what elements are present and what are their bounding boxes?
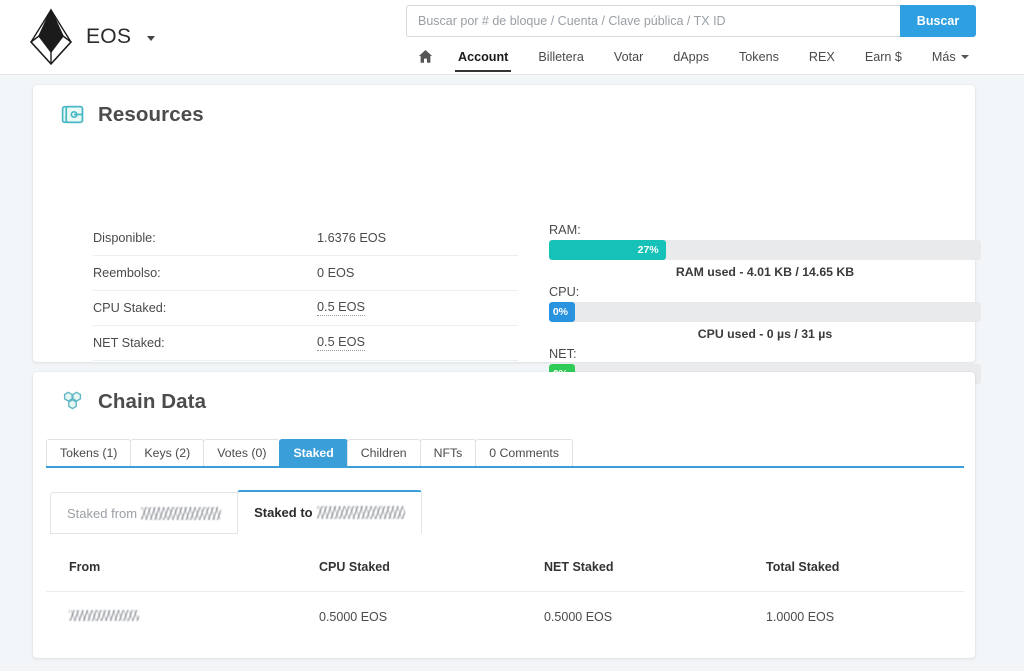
resources-title: Resources xyxy=(98,103,204,127)
nav-item-mas[interactable]: Más xyxy=(917,45,984,72)
resource-value: 1.6376 EOS xyxy=(317,231,386,245)
column-header-from: From xyxy=(46,560,296,592)
nav-item-votar[interactable]: Votar xyxy=(599,45,658,72)
tab-staked[interactable]: Staked xyxy=(279,439,347,466)
search-input[interactable] xyxy=(406,5,900,37)
column-header-cpu: CPU Staked xyxy=(296,560,521,592)
search-button[interactable]: Buscar xyxy=(900,5,976,37)
redacted-account-name xyxy=(141,507,221,520)
wallet-icon xyxy=(60,102,85,127)
resources-card: Resources Disponible: 1.6376 EOS Reembol… xyxy=(33,85,975,362)
cpu-progress-fill: 0% xyxy=(549,302,575,322)
resource-row-reembolso: Reembolso: 0 EOS xyxy=(93,256,518,291)
cpu-bar-group: CPU: 0% CPU used - 0 µs / 31 µs xyxy=(549,285,981,341)
cpu-percent-label: 0% xyxy=(553,306,568,318)
cell-net-staked: 0.5000 EOS xyxy=(521,592,743,643)
chevron-down-icon xyxy=(961,55,969,59)
search-bar: Buscar xyxy=(406,5,976,37)
resource-label: CPU Staked: xyxy=(93,301,317,315)
resource-row-net-staked: NET Staked: 0.5 EOS xyxy=(93,326,518,361)
chain-data-tabs: Tokens (1) Keys (2) Votes (0) Staked Chi… xyxy=(46,439,964,468)
resource-label: NET Staked: xyxy=(93,336,317,350)
cpu-bar-label: CPU: xyxy=(549,285,981,299)
ram-bar-label: RAM: xyxy=(549,223,981,237)
resource-value: 0 EOS xyxy=(317,266,354,280)
tab-keys[interactable]: Keys (2) xyxy=(130,439,204,466)
column-header-total: Total Staked xyxy=(743,560,964,592)
resource-label: Reembolso: xyxy=(93,266,317,280)
resource-row-cpu-staked: CPU Staked: 0.5 EOS xyxy=(93,291,518,326)
redacted-account-name xyxy=(69,610,139,621)
home-icon xyxy=(418,49,433,64)
nav-item-home[interactable] xyxy=(412,44,443,72)
ram-percent-label: 27% xyxy=(638,244,659,256)
cell-from[interactable] xyxy=(46,592,296,643)
caret-down-icon[interactable] xyxy=(147,36,155,41)
nav-item-billetera[interactable]: Billetera xyxy=(523,45,599,72)
resource-value-cpu-staked[interactable]: 0.5 EOS xyxy=(317,300,365,316)
tab-tokens[interactable]: Tokens (1) xyxy=(46,439,131,466)
net-bar-label: NET: xyxy=(549,347,981,361)
tab-nfts[interactable]: NFTs xyxy=(420,439,477,466)
nav-item-dapps[interactable]: dApps xyxy=(658,45,724,72)
cpu-usage-caption: CPU used - 0 µs / 31 µs xyxy=(549,327,981,341)
resource-value-net-staked[interactable]: 0.5 EOS xyxy=(317,335,365,351)
cpu-progress-track: 0% xyxy=(549,302,981,322)
chain-data-title: Chain Data xyxy=(98,390,206,414)
ram-progress-track: 27% xyxy=(549,240,981,260)
resource-label: Disponible: xyxy=(93,231,317,245)
main-nav: Account Billetera Votar dApps Tokens REX… xyxy=(412,44,984,72)
site-header: EOS Buscar Account Billetera Votar dApps… xyxy=(0,0,1024,75)
table-row: 0.5000 EOS 0.5000 EOS 1.0000 EOS xyxy=(46,592,964,643)
subtab-staked-from[interactable]: Staked from xyxy=(50,492,238,534)
column-header-net: NET Staked xyxy=(521,560,743,592)
nav-item-rex[interactable]: REX xyxy=(794,45,850,72)
ram-bar-group: RAM: 27% RAM used - 4.01 KB / 14.65 KB xyxy=(549,223,981,279)
ram-usage-caption: RAM used - 4.01 KB / 14.65 KB xyxy=(549,265,981,279)
brand-name: EOS xyxy=(86,25,131,49)
tab-comments[interactable]: 0 Comments xyxy=(475,439,573,466)
brand-logo-group[interactable]: EOS xyxy=(28,8,155,66)
staked-table: From CPU Staked NET Staked Total Staked … xyxy=(46,560,964,642)
staked-subtabs: Staked from Staked to xyxy=(50,490,421,534)
redacted-account-name xyxy=(317,506,405,519)
resource-row-disponible: Disponible: 1.6376 EOS xyxy=(93,221,518,256)
eos-logo-icon xyxy=(28,8,74,66)
chain-data-header: Chain Data xyxy=(33,372,975,414)
resources-header: Resources xyxy=(33,85,975,127)
nav-item-earn[interactable]: Earn $ xyxy=(850,45,917,72)
nav-item-account[interactable]: Account xyxy=(443,45,523,72)
tab-votes[interactable]: Votes (0) xyxy=(203,439,280,466)
subtab-staked-to[interactable]: Staked to xyxy=(237,490,422,534)
subtab-staked-from-label: Staked from xyxy=(67,506,137,521)
nav-item-mas-label: Más xyxy=(932,50,956,64)
subtab-staked-to-label: Staked to xyxy=(254,505,313,520)
ram-progress-fill: 27% xyxy=(549,240,666,260)
table-header-row: From CPU Staked NET Staked Total Staked xyxy=(46,560,964,592)
cell-total-staked: 1.0000 EOS xyxy=(743,592,964,643)
cell-cpu-staked: 0.5000 EOS xyxy=(296,592,521,643)
hexagon-cluster-icon xyxy=(60,389,85,414)
nav-item-tokens[interactable]: Tokens xyxy=(724,45,794,72)
tab-children[interactable]: Children xyxy=(347,439,421,466)
